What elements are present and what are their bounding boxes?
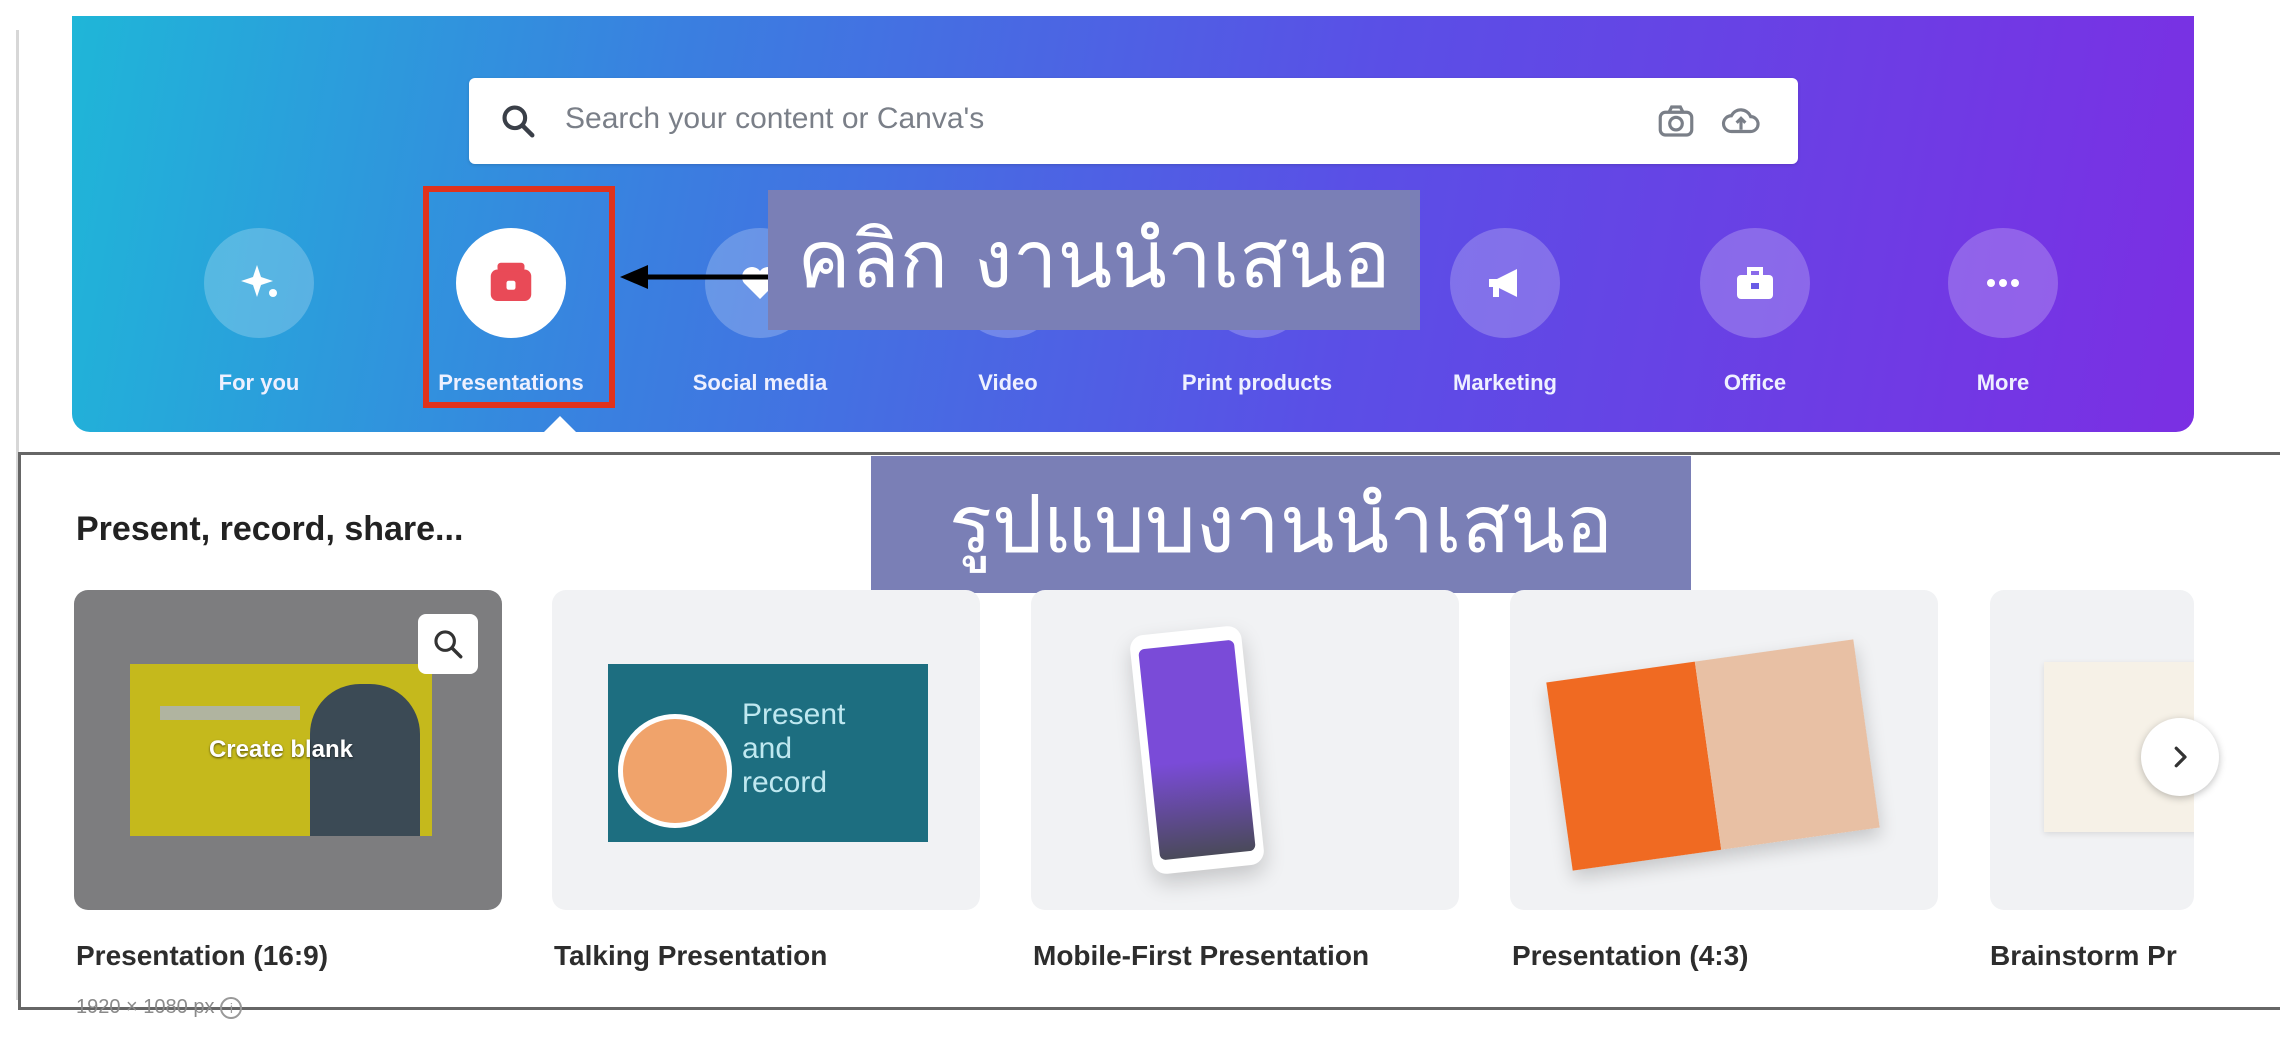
template-card-presentation-16-9[interactable]: Create blank	[74, 590, 502, 910]
card-caption[interactable]: Presentation (16:9)	[76, 940, 328, 972]
annotation-presentation-templates: รูปแบบงานนำเสนอ	[871, 456, 1691, 593]
category-label: Social media	[692, 370, 828, 395]
template-card-talking-presentation[interactable]: Present and record	[552, 590, 980, 910]
category-label: Office	[1723, 370, 1787, 395]
section-title: Present, record, share...	[76, 510, 464, 548]
arrow-left-icon	[620, 265, 770, 289]
create-blank-label: Create blank	[208, 736, 354, 763]
category-label: Video	[978, 370, 1038, 395]
category-label: Print products	[1181, 370, 1333, 395]
category-label: Marketing	[1453, 370, 1557, 395]
template-thumbnail: Present and record	[608, 664, 928, 842]
carousel-next-button[interactable]	[2141, 718, 2219, 796]
card-caption[interactable]: Presentation (4:3)	[1512, 940, 1749, 972]
category-more[interactable]: More	[1903, 228, 2103, 396]
more-icon	[1948, 228, 2058, 338]
megaphone-icon	[1450, 228, 1560, 338]
search-bar[interactable]: Search your content or Canva's	[469, 78, 1798, 164]
category-marketing[interactable]: Marketing	[1405, 228, 1605, 396]
cloud-upload-icon[interactable]	[1718, 100, 1764, 142]
zoom-search-button[interactable]	[418, 614, 478, 674]
sparkle-icon	[204, 228, 314, 338]
camera-icon[interactable]	[1654, 100, 1698, 142]
briefcase-icon	[1700, 228, 1810, 338]
card-caption[interactable]: Mobile-First Presentation	[1033, 940, 1369, 972]
card-dimensions: 1920 × 1080 px i	[76, 996, 243, 1019]
annotation-click-presentation: คลิก งานนำเสนอ	[768, 190, 1420, 330]
template-thumbnail	[1546, 639, 1880, 871]
card-caption[interactable]: Talking Presentation	[554, 940, 827, 972]
category-label: More	[1976, 370, 2030, 395]
presentations-highlight-box	[423, 186, 615, 408]
category-office[interactable]: Office	[1655, 228, 1855, 396]
active-category-pointer	[542, 416, 578, 434]
category-label: For you	[218, 370, 300, 395]
category-for-you[interactable]: For you	[159, 228, 359, 396]
info-icon[interactable]: i	[220, 996, 243, 1019]
template-card-presentation-4-3[interactable]	[1510, 590, 1938, 910]
thumbnail-text: Present and record	[742, 698, 846, 799]
chevron-right-icon	[2174, 746, 2187, 768]
search-icon	[434, 630, 463, 659]
card-caption[interactable]: Brainstorm Pr	[1990, 940, 2194, 972]
search-icon	[502, 105, 535, 138]
template-card-mobile-first-presentation[interactable]	[1031, 590, 1459, 910]
search-placeholder[interactable]: Search your content or Canva's	[565, 102, 984, 136]
template-thumbnail	[1128, 624, 1266, 876]
